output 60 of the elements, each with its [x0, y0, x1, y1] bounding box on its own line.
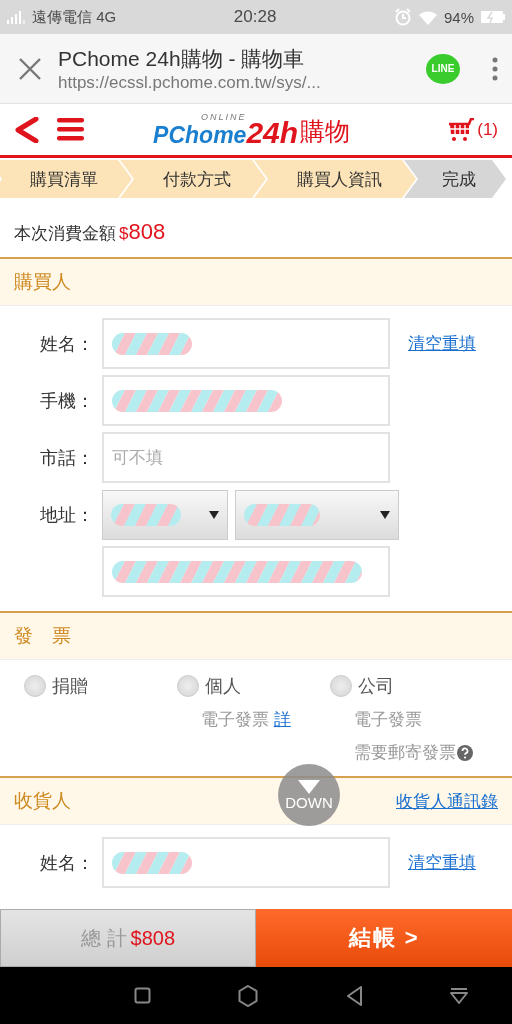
- logo-text: PChome: [153, 121, 247, 148]
- note-text: 電子發票: [354, 710, 422, 729]
- input-field[interactable]: [102, 837, 390, 888]
- currency-sign: $: [119, 224, 129, 244]
- home-icon[interactable]: [238, 984, 259, 1007]
- total-label: 本次消費金額: [14, 223, 116, 245]
- menu-icon[interactable]: [56, 116, 85, 143]
- menu-icon[interactable]: [492, 56, 498, 81]
- option-label: 個人: [205, 675, 241, 698]
- signal-icon: [6, 10, 26, 24]
- checkout-button[interactable]: 結帳 >: [256, 909, 512, 967]
- address-book-link[interactable]: 收貨人通訊錄: [396, 789, 498, 813]
- note-text: 電子發票: [201, 710, 269, 729]
- option-label: 公司: [358, 675, 394, 698]
- square-icon[interactable]: [133, 987, 151, 1004]
- option-label: 捐贈: [52, 675, 88, 698]
- mail-invoice-text: 需要郵寄發票: [354, 742, 456, 764]
- radio-button[interactable]: [24, 675, 46, 697]
- field-label: 手機：: [39, 389, 95, 413]
- back-icon[interactable]: [345, 985, 363, 1006]
- help-icon[interactable]: [457, 744, 473, 761]
- caret-icon: [209, 510, 219, 519]
- details-link[interactable]: 詳: [273, 710, 291, 729]
- logo-tagline: ONLINE: [200, 111, 247, 122]
- total-amount: $808: [130, 926, 176, 950]
- field-label: 姓名：: [39, 332, 95, 356]
- input-field[interactable]: 可不填: [102, 432, 390, 483]
- field-label: 地址：: [39, 503, 95, 527]
- close-icon[interactable]: [18, 56, 42, 81]
- section-title: 收貨人: [14, 789, 71, 813]
- placeholder-text: 可不填: [112, 447, 163, 469]
- page-url[interactable]: https://ecssl.pchome.com.tw/sys/...: [58, 72, 410, 93]
- clock: 20:28: [233, 7, 277, 27]
- logo-text: 24h: [246, 117, 299, 148]
- clear-link[interactable]: 清空重填: [408, 853, 476, 872]
- input-field[interactable]: [102, 546, 390, 597]
- logo-text: 購物: [300, 115, 351, 147]
- alarm-icon: [394, 8, 412, 26]
- radio-button[interactable]: [330, 675, 352, 697]
- field-label: 姓名：: [39, 851, 95, 875]
- section-title: 購買人: [14, 270, 71, 294]
- cart-icon[interactable]: [448, 117, 476, 142]
- battery-icon: [480, 10, 506, 24]
- section-title: 發 票: [14, 624, 71, 648]
- collapse-icon[interactable]: [450, 987, 469, 1004]
- wifi-icon: [418, 9, 438, 25]
- page-title: PChome 24h購物 - 購物車: [58, 45, 306, 72]
- back-icon[interactable]: [14, 116, 40, 143]
- down-arrow-icon: [298, 779, 320, 794]
- input-field[interactable]: [102, 318, 390, 369]
- carrier-name: 遠傳電信 4G: [32, 7, 117, 27]
- total-label: 總 計: [80, 925, 127, 951]
- radio-button[interactable]: [177, 675, 199, 697]
- field-label: 市話：: [39, 446, 95, 470]
- input-field[interactable]: [102, 375, 390, 426]
- clear-link[interactable]: 清空重填: [408, 334, 476, 353]
- battery-level: 94%: [444, 8, 474, 26]
- caret-icon: [380, 510, 390, 519]
- total-amount: 808: [128, 219, 166, 245]
- cart-count: (1): [477, 119, 498, 140]
